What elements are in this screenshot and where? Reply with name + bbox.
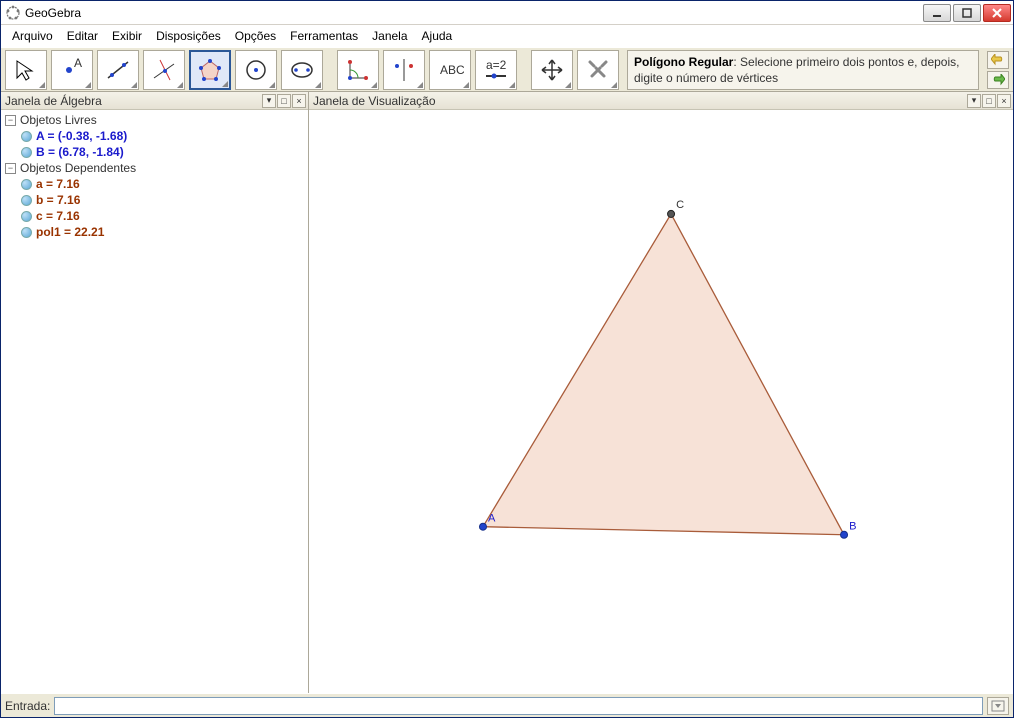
visibility-bullet-icon[interactable] [21, 211, 32, 222]
redo-button[interactable] [987, 71, 1009, 89]
tree-dep-label: Objetos Dependentes [20, 161, 136, 175]
tree-item-side-b[interactable]: b = 7.16 [5, 192, 304, 208]
tool-angle[interactable] [337, 50, 379, 90]
menu-exibir[interactable]: Exibir [105, 27, 149, 45]
menu-janela[interactable]: Janela [365, 27, 414, 45]
visibility-bullet-icon[interactable] [21, 179, 32, 190]
tool-text[interactable]: ABC [429, 50, 471, 90]
algebra-panel-title: Janela de Álgebra [3, 94, 262, 108]
visibility-bullet-icon[interactable] [21, 227, 32, 238]
menu-arquivo[interactable]: Arquivo [5, 27, 60, 45]
tree-toggle-dep[interactable]: − [5, 163, 16, 174]
panel-dropdown-icon[interactable]: ▾ [262, 94, 276, 108]
maximize-button[interactable] [953, 4, 981, 22]
toolbar: A ABC a=2 [1, 47, 1013, 92]
panel-close-icon[interactable]: × [292, 94, 306, 108]
geogebra-icon [5, 5, 21, 21]
titlebar: GeoGebra [1, 1, 1013, 25]
tool-polygon[interactable] [189, 50, 231, 90]
view-panel-title: Janela de Visualização [311, 94, 967, 108]
panel-restore-icon[interactable]: □ [277, 94, 291, 108]
point-a[interactable] [479, 523, 486, 530]
command-input[interactable] [54, 697, 983, 715]
visibility-bullet-icon[interactable] [21, 147, 32, 158]
algebra-tree[interactable]: − Objetos Livres A = (-0.38, -1.68) B = … [1, 110, 308, 693]
tool-point[interactable]: A [51, 50, 93, 90]
input-label: Entrada: [5, 699, 50, 713]
menubar: Arquivo Editar Exibir Disposições Opções… [1, 25, 1013, 47]
point-c[interactable] [668, 210, 675, 217]
visibility-bullet-icon[interactable] [21, 131, 32, 142]
menu-ajuda[interactable]: Ajuda [415, 27, 460, 45]
algebra-panel: Janela de Álgebra ▾ □ × − Objetos Livres… [1, 92, 309, 693]
panel-restore-icon[interactable]: □ [982, 94, 996, 108]
polygon-pol1[interactable] [483, 214, 844, 535]
tree-item-side-c[interactable]: c = 7.16 [5, 208, 304, 224]
minimize-button[interactable] [923, 4, 951, 22]
point-c-label: C [676, 199, 684, 211]
tool-reflect[interactable] [383, 50, 425, 90]
tool-tooltip: Polígono Regular: Selecione primeiro doi… [627, 50, 979, 90]
undo-button[interactable] [987, 51, 1009, 69]
panel-close-icon[interactable]: × [997, 94, 1011, 108]
point-b-label: B [849, 521, 856, 533]
tool-perpendicular[interactable] [143, 50, 185, 90]
tool-settings[interactable] [577, 50, 619, 90]
tree-free-label: Objetos Livres [20, 113, 97, 127]
tree-item-pol1[interactable]: pol1 = 22.21 [5, 224, 304, 240]
tool-ellipse[interactable] [281, 50, 323, 90]
panel-dropdown-icon[interactable]: ▾ [967, 94, 981, 108]
tool-circle[interactable] [235, 50, 277, 90]
visibility-bullet-icon[interactable] [21, 195, 32, 206]
input-bar: Entrada: [1, 693, 1013, 717]
tree-item-a[interactable]: A = (-0.38, -1.68) [5, 128, 304, 144]
menu-ferramentas[interactable]: Ferramentas [283, 27, 365, 45]
tooltip-title: Polígono Regular [634, 55, 733, 69]
svg-text:A: A [74, 56, 82, 70]
close-button[interactable] [983, 4, 1011, 22]
input-help-button[interactable] [987, 697, 1009, 715]
tool-slider[interactable]: a=2 [475, 50, 517, 90]
menu-opcoes[interactable]: Opções [228, 27, 283, 45]
tree-item-side-a[interactable]: a = 7.16 [5, 176, 304, 192]
window-title: GeoGebra [25, 6, 921, 20]
menu-disposicoes[interactable]: Disposições [149, 27, 228, 45]
point-a-label: A [488, 513, 496, 525]
tool-line[interactable] [97, 50, 139, 90]
svg-text:a=2: a=2 [486, 58, 507, 72]
tool-move-view[interactable] [531, 50, 573, 90]
tool-move[interactable] [5, 50, 47, 90]
view-panel: Janela de Visualização ▾ □ × A B C [309, 92, 1013, 693]
tree-item-b[interactable]: B = (6.78, -1.84) [5, 144, 304, 160]
tree-toggle-free[interactable]: − [5, 115, 16, 126]
graphics-canvas[interactable]: A B C [309, 110, 1013, 693]
menu-editar[interactable]: Editar [60, 27, 105, 45]
point-b[interactable] [841, 531, 848, 538]
svg-text:ABC: ABC [440, 63, 464, 77]
